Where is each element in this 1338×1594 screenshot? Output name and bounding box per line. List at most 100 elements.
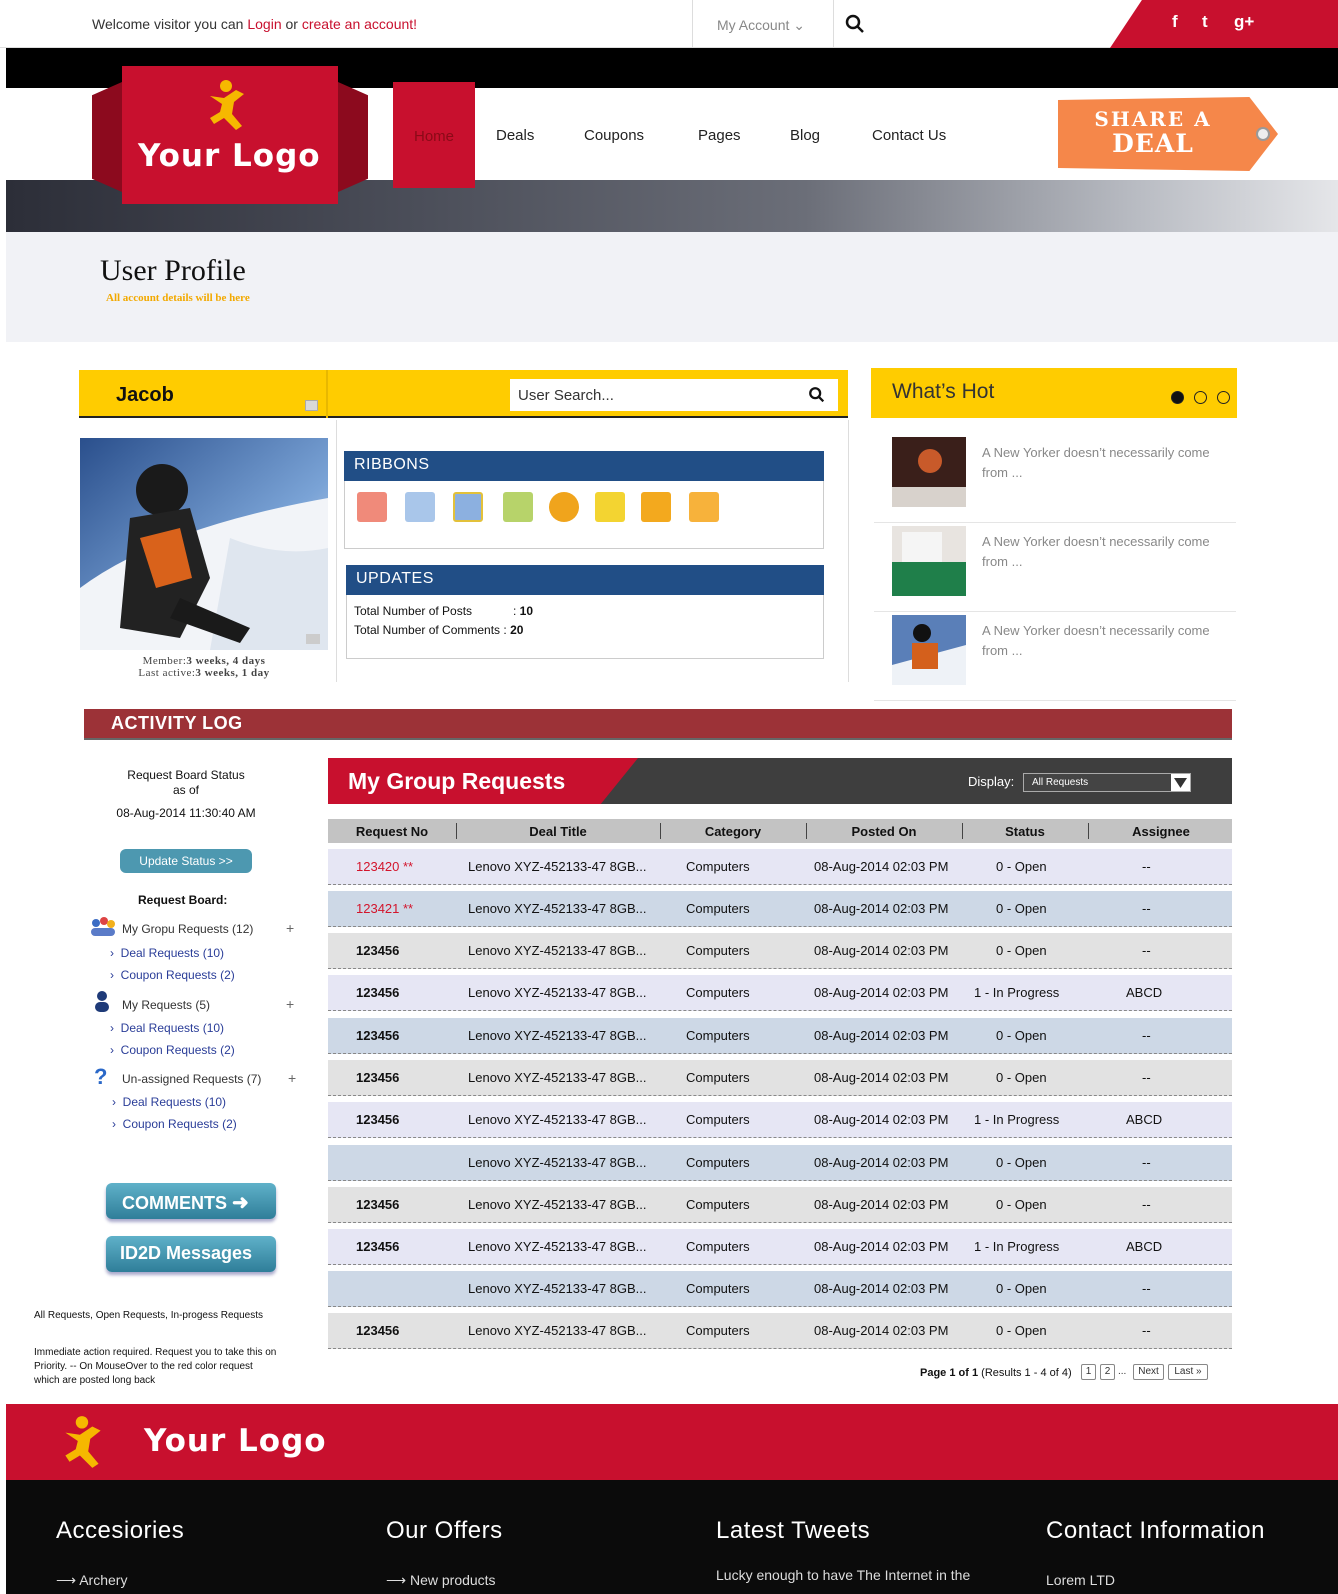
ribbons-panel (344, 481, 824, 549)
login-link[interactable]: Login (247, 16, 281, 32)
nav-deals[interactable]: Deals (496, 127, 534, 144)
chevron-right-icon: › (112, 1095, 116, 1109)
site-logo[interactable]: Your Logo (92, 66, 368, 204)
table-row[interactable]: 123456 Lenovo XYZ-452133-47 8GB... Compute… (328, 1187, 1232, 1223)
table-row[interactable]: 123420 ** Lenovo XYZ-452133-47 8GB... Comp… (328, 849, 1232, 885)
user-search-icon[interactable] (808, 386, 826, 404)
table-row[interactable]: 123421 ** Lenovo XYZ-452133-47 8GB... Comp… (328, 891, 1232, 927)
priority-note-line: Immediate action required. Request you t… (34, 1347, 277, 1358)
update-status-button[interactable]: Update Status >> (120, 849, 252, 873)
tree-sub-item[interactable]: › Coupon Requests (2) (110, 968, 235, 982)
cell-status: 1 - In Progress (974, 1239, 1060, 1254)
col-category[interactable]: Category (662, 824, 804, 839)
pin-ribbon-icon[interactable] (641, 492, 671, 522)
page-title: User Profile (100, 254, 246, 287)
page-1-button[interactable]: 1 (1081, 1364, 1096, 1380)
table-row[interactable]: Lenovo XYZ-452133-47 8GB... Computers 08-A… (328, 1271, 1232, 1307)
comments-button[interactable]: COMMENTS ➜ (106, 1183, 276, 1219)
footer-link-new-products[interactable]: ⟶ New products (386, 1572, 496, 1589)
tree-group-label[interactable]: My Requests (5) (122, 998, 210, 1012)
footer-link-archery[interactable]: ⟶ Archery (56, 1572, 127, 1589)
table-row[interactable]: 123456 Lenovo XYZ-452133-47 8GB... Compute… (328, 1018, 1232, 1054)
tree-group-label[interactable]: Un-assigned Requests (7) (122, 1072, 261, 1086)
tree-sub-item[interactable]: › Coupon Requests (2) (110, 1043, 235, 1057)
table-row[interactable]: Lenovo XYZ-452133-47 8GB... Computers 08-A… (328, 1145, 1232, 1181)
carousel-dot-2[interactable] (1194, 391, 1207, 404)
tree-sub-item[interactable]: › Deal Requests (10) (110, 946, 224, 960)
col-deal-title[interactable]: Deal Title (458, 824, 658, 839)
tree-sub-item[interactable]: › Coupon Requests (2) (112, 1117, 237, 1131)
divider (848, 420, 849, 682)
table-row[interactable]: 123456 Lenovo XYZ-452133-47 8GB... Compute… (328, 1102, 1232, 1138)
nav-coupons[interactable]: Coupons (584, 127, 644, 144)
tree-sub-item[interactable]: › Deal Requests (10) (110, 1021, 224, 1035)
next-page-button[interactable]: Next (1133, 1364, 1164, 1380)
col-assignee[interactable]: Assignee (1090, 824, 1232, 839)
cell-request-no[interactable]: 123456 (356, 1112, 399, 1127)
expand-plus-icon[interactable]: + (286, 996, 294, 1012)
facebook-icon[interactable]: f (1172, 12, 1178, 32)
last-page-button[interactable]: Last » (1168, 1364, 1208, 1380)
create-account-link[interactable]: create an account! (302, 16, 417, 32)
user-search-input[interactable]: User Search... (510, 379, 838, 411)
col-posted-on[interactable]: Posted On (808, 824, 960, 839)
cell-deal-title: Lenovo XYZ-452133-47 8GB... (468, 859, 647, 874)
cell-request-no[interactable]: 123421 ** (356, 901, 413, 916)
cell-request-no[interactable]: 123456 (356, 1070, 399, 1085)
cell-request-no[interactable]: 123456 (356, 1197, 399, 1212)
search-icon[interactable] (845, 14, 865, 34)
display-label: Display: (968, 774, 1015, 789)
priority-note-line: which are posted long back (34, 1375, 156, 1386)
twitter-icon[interactable]: t (1202, 12, 1208, 32)
edit-icon[interactable] (305, 400, 318, 411)
cell-status: 0 - Open (996, 1323, 1047, 1338)
hot-item[interactable]: A New Yorker doesn’t necessarily come fr… (874, 437, 1236, 523)
expand-plus-icon[interactable]: + (286, 920, 294, 936)
dropdown-arrow-icon[interactable] (1171, 774, 1190, 791)
hot-item[interactable]: A New Yorker doesn’t necessarily come fr… (874, 526, 1236, 612)
priority-note: Immediate action required. Request you t… (34, 1346, 276, 1388)
horn-ribbon-icon[interactable] (595, 492, 625, 522)
google-plus-icon[interactable]: g+ (1234, 12, 1254, 32)
cell-posted-on: 08-Aug-2014 02:03 PM (814, 985, 949, 1000)
cell-request-no[interactable]: 123456 (356, 1239, 399, 1254)
profile-bar-divider (326, 370, 328, 418)
cell-request-no[interactable]: 123456 (356, 1323, 399, 1338)
castle-ribbon-icon[interactable] (405, 492, 435, 522)
nav-blog[interactable]: Blog (790, 127, 820, 144)
nav-pages[interactable]: Pages (698, 127, 741, 144)
crown-ribbon-icon[interactable] (453, 492, 483, 522)
carousel-dot-1[interactable] (1171, 391, 1184, 404)
cell-request-no[interactable]: 123456 (356, 1028, 399, 1043)
hot-item[interactable]: A New Yorker doesn’t necessarily come fr… (874, 615, 1236, 701)
cell-posted-on: 08-Aug-2014 02:03 PM (814, 859, 949, 874)
flower-ribbon-icon[interactable] (503, 492, 533, 522)
profile-photo (80, 438, 328, 650)
share-a-deal-button[interactable]: SHARE A DEAL (1058, 97, 1278, 171)
nav-home[interactable]: Home (393, 82, 475, 188)
id2d-messages-button[interactable]: ID2D Messages (106, 1236, 276, 1272)
col-status[interactable]: Status (964, 824, 1086, 839)
table-row[interactable]: 123456 Lenovo XYZ-452133-47 8GB... Compute… (328, 975, 1232, 1011)
tree-group-label[interactable]: My Gropu Requests (12) (122, 922, 253, 936)
table-row[interactable]: 123456 Lenovo XYZ-452133-47 8GB... Compute… (328, 1060, 1232, 1096)
page-2-button[interactable]: 2 (1100, 1364, 1115, 1380)
table-row[interactable]: 123456 Lenovo XYZ-452133-47 8GB... Compute… (328, 933, 1232, 969)
my-account-dropdown[interactable]: My Account ⌄ (692, 0, 834, 48)
display-select[interactable]: All Requests (1023, 773, 1191, 792)
megaphone-ribbon-icon[interactable] (357, 492, 387, 522)
tree-sub-item[interactable]: › Deal Requests (10) (112, 1095, 226, 1109)
table-row[interactable]: 123456 Lenovo XYZ-452133-47 8GB... Compute… (328, 1229, 1232, 1265)
col-request-no[interactable]: Request No (328, 824, 456, 839)
cell-request-no[interactable]: 123456 (356, 943, 399, 958)
carousel-dot-3[interactable] (1217, 391, 1230, 404)
footer-link-label: Archery (79, 1572, 128, 1588)
table-row[interactable]: 123456 Lenovo XYZ-452133-47 8GB... Compute… (328, 1313, 1232, 1349)
expand-plus-icon[interactable]: + (288, 1070, 296, 1086)
cell-request-no[interactable]: 123456 (356, 985, 399, 1000)
cell-request-no[interactable]: 123420 ** (356, 859, 413, 874)
nav-contact-us[interactable]: Contact Us (872, 127, 946, 144)
sunglasses-ribbon-icon[interactable] (689, 492, 719, 522)
request-board-status: Request Board Status as of 08-Aug-2014 1… (96, 768, 276, 821)
wheel-ribbon-icon[interactable] (549, 492, 579, 522)
